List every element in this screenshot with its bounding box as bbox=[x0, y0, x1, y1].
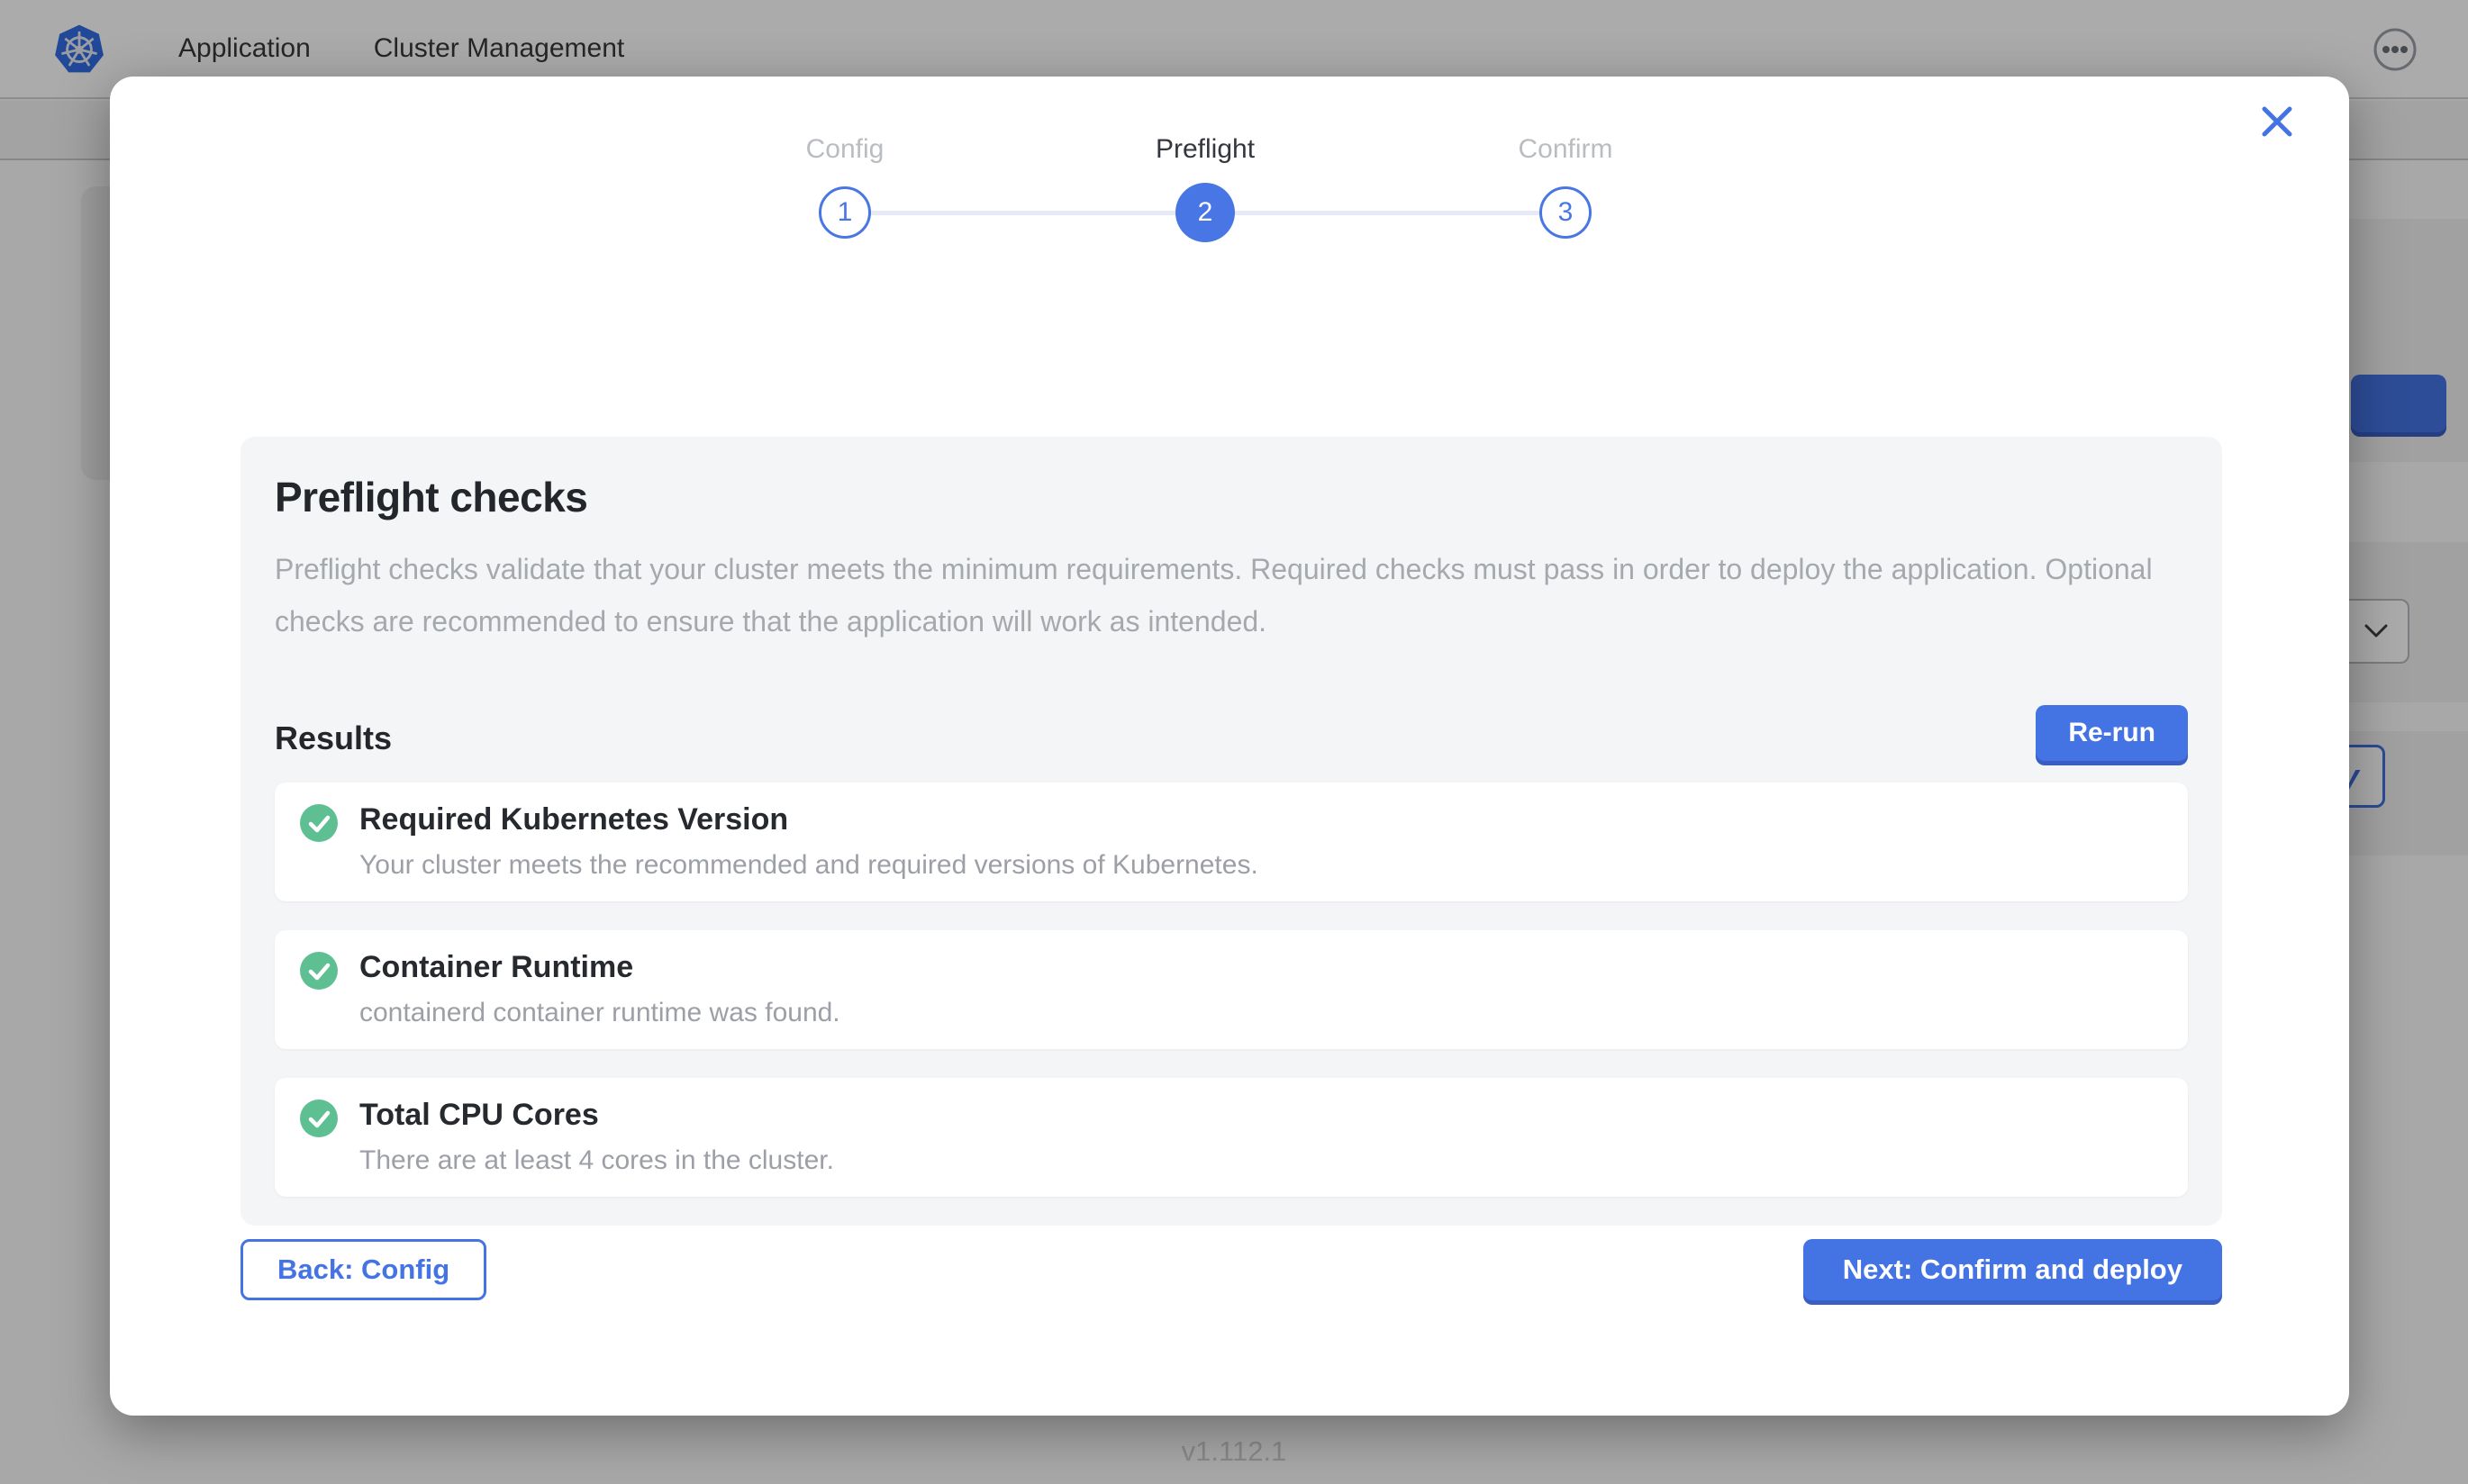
results-header: Results Re-run bbox=[275, 705, 2188, 761]
result-title: Container Runtime bbox=[359, 950, 840, 984]
step-indicator-confirm[interactable]: 3 bbox=[1539, 186, 1592, 239]
preflight-modal: Config Preflight Confirm 1 2 3 Preflight… bbox=[110, 77, 2349, 1416]
close-icon[interactable] bbox=[2257, 102, 2297, 141]
step-indicator-config[interactable]: 1 bbox=[819, 186, 871, 239]
step-label-preflight: Preflight bbox=[1025, 129, 1385, 170]
next-confirm-deploy-button[interactable]: Next: Confirm and deploy bbox=[1803, 1239, 2222, 1300]
result-text: Required Kubernetes Version Your cluster… bbox=[359, 802, 1258, 880]
result-row: Required Kubernetes Version Your cluster… bbox=[275, 783, 2188, 901]
rerun-button[interactable]: Re-run bbox=[2036, 705, 2188, 761]
back-config-button[interactable]: Back: Config bbox=[240, 1239, 486, 1300]
result-title: Total CPU Cores bbox=[359, 1098, 834, 1132]
screen: Application Cluster Management 0 y v1.11… bbox=[0, 0, 2468, 1484]
results-heading: Results bbox=[275, 719, 392, 757]
result-title: Required Kubernetes Version bbox=[359, 802, 1258, 837]
check-circle-icon bbox=[300, 952, 338, 990]
preflight-description: Preflight checks validate that your clus… bbox=[275, 543, 2188, 647]
result-row: Total CPU Cores There are at least 4 cor… bbox=[275, 1078, 2188, 1197]
step-labels: Config Preflight Confirm bbox=[665, 129, 1746, 170]
result-text: Container Runtime containerd container r… bbox=[359, 950, 840, 1027]
check-circle-icon bbox=[300, 1099, 338, 1137]
wizard-stepper: Config Preflight Confirm 1 2 3 bbox=[665, 129, 1746, 248]
step-indicator-preflight[interactable]: 2 bbox=[1175, 183, 1235, 242]
results-list: Required Kubernetes Version Your cluster… bbox=[275, 783, 2188, 1197]
page-title: Preflight checks bbox=[275, 473, 2188, 521]
modal-footer: Back: Config Next: Confirm and deploy bbox=[240, 1239, 2222, 1300]
step-label-confirm: Confirm bbox=[1385, 129, 1746, 170]
check-circle-icon bbox=[300, 804, 338, 842]
result-description: Your cluster meets the recommended and r… bbox=[359, 851, 1258, 880]
preflight-panel: Preflight checks Preflight checks valida… bbox=[240, 437, 2222, 1226]
step-label-config: Config bbox=[665, 129, 1025, 170]
result-row: Container Runtime containerd container r… bbox=[275, 930, 2188, 1049]
result-description: There are at least 4 cores in the cluste… bbox=[359, 1146, 834, 1175]
result-description: containerd container runtime was found. bbox=[359, 999, 840, 1027]
step-track: 1 2 3 bbox=[665, 183, 1746, 248]
result-text: Total CPU Cores There are at least 4 cor… bbox=[359, 1098, 834, 1175]
